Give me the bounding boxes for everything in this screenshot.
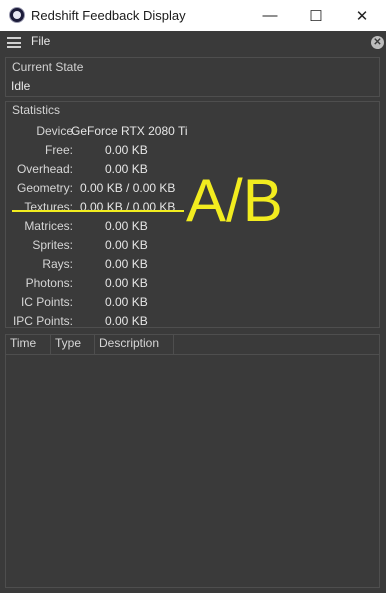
stat-value: 0.00 KB	[105, 295, 148, 309]
stat-row-device: Device GeForce RTX 2080 Ti	[6, 122, 381, 141]
column-header-time[interactable]: Time	[6, 335, 51, 354]
annotation-text: A/B	[186, 167, 283, 234]
current-state-group: Current State Idle	[5, 57, 380, 97]
log-table-header: Time Type Description	[6, 335, 379, 355]
stat-label: Sprites:	[32, 238, 73, 252]
stat-value: GeForce RTX 2080 Ti	[71, 124, 188, 138]
stat-row-free: Free: 0.00 KB	[6, 141, 381, 160]
stat-label: Photons:	[25, 276, 73, 290]
stat-row-sprites: Sprites: 0.00 KB	[6, 236, 381, 255]
stat-label: Overhead:	[16, 162, 73, 176]
log-table[interactable]: Time Type Description	[5, 334, 380, 588]
annotation-underline	[12, 210, 184, 212]
stat-row-rays: Rays: 0.00 KB	[6, 255, 381, 274]
current-state-value: Idle	[11, 79, 31, 93]
stat-value: 0.00 KB / 0.00 KB	[80, 181, 176, 195]
stat-value: 0.00 KB	[105, 238, 148, 252]
stat-value: 0.00 KB	[105, 219, 148, 233]
stat-value: 0.00 KB	[105, 314, 148, 328]
stat-value: 0.00 KB	[105, 257, 148, 271]
stat-label: IC Points:	[20, 295, 73, 309]
stat-label: Device	[36, 124, 73, 138]
maximize-button[interactable]: ☐	[293, 0, 339, 31]
stat-label: IPC Points:	[12, 314, 73, 328]
stat-value: 0.00 KB	[105, 143, 148, 157]
statistics-title: Statistics	[12, 103, 61, 117]
app-icon	[9, 7, 25, 23]
stat-row-ipc-points: IPC Points: 0.00 KB	[6, 312, 381, 331]
column-header-type[interactable]: Type	[51, 335, 95, 354]
close-button[interactable]: ✕	[339, 0, 385, 31]
menu-bar: File ✕	[0, 31, 386, 53]
stat-row-photons: Photons: 0.00 KB	[6, 274, 381, 293]
redshift-feedback-window: Redshift Feedback Display — ☐ ✕ File ✕ C…	[0, 0, 386, 593]
file-menu[interactable]: File	[31, 34, 50, 48]
window-title: Redshift Feedback Display	[31, 8, 186, 23]
stat-label: Matrices:	[24, 219, 73, 233]
minimize-button[interactable]: —	[247, 0, 293, 31]
column-header-description[interactable]: Description	[95, 335, 174, 354]
stat-label: Rays:	[42, 257, 73, 271]
stat-row-ic-points: IC Points: 0.00 KB	[6, 293, 381, 312]
stat-label: Geometry:	[16, 181, 73, 195]
title-bar[interactable]: Redshift Feedback Display — ☐ ✕	[0, 0, 386, 31]
stat-label: Free:	[44, 143, 73, 157]
stat-value: 0.00 KB	[105, 162, 148, 176]
hamburger-icon[interactable]	[7, 37, 21, 48]
stat-value: 0.00 KB	[105, 276, 148, 290]
current-state-title: Current State	[12, 60, 84, 74]
close-panel-icon[interactable]: ✕	[371, 36, 384, 49]
